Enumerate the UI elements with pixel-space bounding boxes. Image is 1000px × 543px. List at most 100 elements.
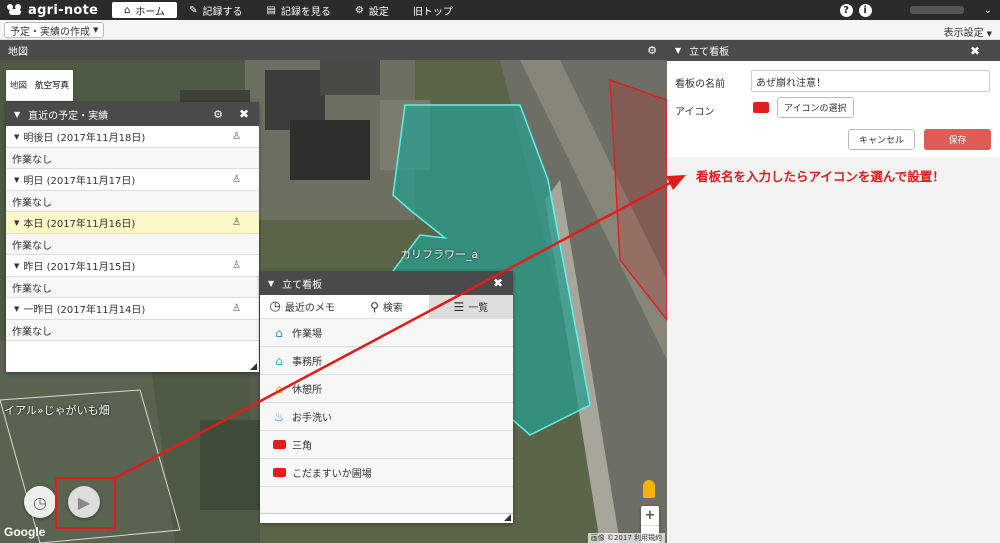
- triangle-down-icon: ▼: [14, 175, 20, 184]
- tab-recent-memo[interactable]: ◷ 最近のメモ: [260, 295, 344, 318]
- schedule-day-row[interactable]: ▼ 昨日 (2017年11月15日) ♙: [6, 255, 259, 277]
- nav-record[interactable]: ✎ 記録する: [177, 0, 254, 20]
- map-settings-gear-icon[interactable]: ⚙: [647, 44, 657, 57]
- house-icon: ⌂: [275, 381, 283, 396]
- user-icon[interactable]: ♙: [232, 303, 241, 314]
- signboard-list-item[interactable]: こだますいか圃場: [260, 459, 513, 487]
- signboard-form: 看板の名前 あぜ崩れ注意！ アイコン アイコンの選択 キャンセル 保存: [667, 61, 1000, 157]
- gear-icon: ⚙: [354, 4, 364, 16]
- collapse-triangle-icon[interactable]: ▼: [268, 279, 274, 288]
- schedule-day-row-today[interactable]: ▼ 本日 (2017年11月16日) ♙: [6, 212, 259, 234]
- close-icon[interactable]: ✖: [239, 107, 249, 121]
- gear-icon[interactable]: ⚙: [213, 108, 223, 121]
- schedule-day-row[interactable]: ▼ 一昨日 (2017年11月14日) ♙: [6, 298, 259, 320]
- info-icon[interactable]: i: [858, 3, 872, 17]
- signboard-name-input[interactable]: あぜ崩れ注意！: [751, 70, 990, 92]
- triangle-down-icon: ▼: [14, 132, 20, 141]
- user-icon[interactable]: ♙: [232, 217, 241, 228]
- help-icon[interactable]: ?: [839, 3, 853, 17]
- resize-handle[interactable]: [250, 363, 257, 370]
- zoom-in-button[interactable]: +: [641, 506, 659, 525]
- resize-handle[interactable]: [504, 514, 511, 521]
- instruction-annotation: 看板名を入力したらアイコンを選んで設置！: [696, 169, 945, 184]
- close-icon[interactable]: ✖: [970, 44, 980, 58]
- house-icon: ⌂: [275, 353, 283, 368]
- tab-list[interactable]: ☰ 一覧: [428, 295, 513, 318]
- user-icon[interactable]: ♙: [232, 174, 241, 185]
- icon-select-button[interactable]: アイコンの選択: [777, 97, 854, 118]
- barn-icon: ⌂: [275, 325, 283, 340]
- tab-search[interactable]: ⚲ 検索: [344, 295, 428, 318]
- clock-icon: ◷: [269, 299, 281, 314]
- main-nav: ⌂ ホーム ✎ 記録する ▤ 記録を見る ⚙ 設定 旧トップ: [112, 0, 465, 20]
- icon-label: アイコン: [675, 107, 715, 118]
- pencil-icon: ✎: [189, 4, 198, 16]
- map-title-bar: 地図 ⚙: [0, 40, 667, 60]
- chevron-down-icon[interactable]: ⌄: [984, 5, 992, 16]
- notebook-icon: ▤: [266, 4, 276, 16]
- signboard-list-item[interactable]: 三角: [260, 431, 513, 459]
- cancel-button[interactable]: キャンセル: [848, 129, 915, 150]
- highlight-box: [55, 477, 116, 529]
- street-view-pegman-icon[interactable]: [643, 480, 655, 498]
- schedule-day-content: 作業なし: [6, 320, 259, 341]
- user-icon[interactable]: ♙: [232, 260, 241, 271]
- agri-note-logo[interactable]: agri-note: [0, 0, 112, 20]
- user-icon[interactable]: ♙: [232, 131, 241, 142]
- schedule-day-content: 作業なし: [6, 148, 259, 169]
- map-type-aerial[interactable]: 航空写真: [31, 70, 73, 101]
- nav-old-top[interactable]: 旧トップ: [401, 0, 465, 20]
- signboard-edit-panel: ▼ 立て看板 ✖ 看板の名前 あぜ崩れ注意！ アイコン アイコンの選択 キャンセ…: [667, 40, 1000, 543]
- app-name: agri-note: [28, 2, 99, 18]
- collapse-triangle-icon[interactable]: ▼: [675, 46, 681, 55]
- schedule-day-row[interactable]: ▼ 明日 (2017年11月17日) ♙: [6, 169, 259, 191]
- create-plan-dropdown[interactable]: 予定・実績の作成 ▼: [4, 22, 105, 38]
- triangle-down-icon: ▼: [14, 218, 20, 227]
- schedule-day-content: 作業なし: [6, 234, 259, 255]
- sub-toolbar: 予定・実績の作成 ▼ 表示設定 ▼: [0, 20, 1000, 40]
- schedule-day-content: 作業なし: [6, 191, 259, 212]
- signboard-tabs: ◷ 最近のメモ ⚲ 検索 ☰ 一覧: [260, 295, 513, 319]
- top-right-tools: ? i ⌄: [839, 0, 1000, 20]
- sign-icon: [270, 466, 288, 480]
- search-icon: ⚲: [370, 299, 379, 314]
- nav-view-records[interactable]: ▤ 記録を見る: [254, 0, 342, 20]
- nav-settings[interactable]: ⚙ 設定: [343, 0, 401, 20]
- map-type-map[interactable]: 地図: [6, 70, 31, 101]
- selected-sign-icon: [753, 102, 769, 113]
- collapse-triangle-icon[interactable]: ▼: [14, 110, 20, 119]
- map-type-switch: 地図 航空写真: [6, 70, 74, 101]
- list-icon: ☰: [453, 299, 465, 314]
- toilet-icon: ♨: [273, 409, 285, 424]
- triangle-down-icon: ▼: [14, 261, 20, 270]
- signboard-panel-footer: [260, 513, 513, 523]
- schedule-day-row[interactable]: ▼ 明後日 (2017年11月18日) ♙: [6, 126, 259, 148]
- clock-icon: ◷: [33, 492, 47, 512]
- name-label: 看板の名前: [675, 79, 725, 90]
- google-logo: Google: [4, 525, 46, 539]
- sign-icon: [270, 438, 288, 452]
- signboard-panel-header: ▼ 立て看板 ✖: [260, 271, 513, 295]
- frog-logo-icon: [6, 4, 24, 16]
- caret-down-icon: ▼: [93, 26, 99, 34]
- field-label-potato[interactable]: イアル»じゃがいも畑: [4, 402, 110, 418]
- signboard-list-item[interactable]: ⌂ 作業場: [260, 319, 513, 347]
- history-clock-button[interactable]: ◷: [24, 486, 56, 518]
- close-icon[interactable]: ✖: [493, 276, 503, 290]
- signboard-panel: ▼ 立て看板 ✖ ◷ 最近のメモ ⚲ 検索 ☰ 一覧 ⌂ 作業場 ⌂ 事務所 ⌂ 休憩所 ♨…: [260, 271, 513, 523]
- user-name-blurred[interactable]: [909, 6, 964, 14]
- signboard-list-item[interactable]: ⌂ 休憩所: [260, 375, 513, 403]
- display-settings-link[interactable]: 表示設定 ▼: [944, 24, 992, 39]
- signboard-list-item[interactable]: ♨ お手洗い: [260, 403, 513, 431]
- home-icon: ⌂: [124, 4, 131, 16]
- triangle-down-icon: ▼: [14, 304, 20, 313]
- caret-down-icon: ▼: [986, 30, 992, 38]
- map-attribution[interactable]: 画像 ©2017 利用規約: [587, 533, 665, 543]
- signboard-list-item[interactable]: ⌂ 事務所: [260, 347, 513, 375]
- side-panel-header: ▼ 立て看板 ✖: [667, 40, 1000, 61]
- field-label-cauliflower[interactable]: カリフラワー_a: [400, 246, 478, 262]
- schedule-day-content: 作業なし: [6, 277, 259, 298]
- save-button[interactable]: 保存: [924, 129, 991, 150]
- recent-schedule-panel: ▼ 直近の予定・実績 ⚙ ✖ ▼ 明後日 (2017年11月18日) ♙ 作業なし …: [6, 102, 259, 372]
- nav-home[interactable]: ⌂ ホーム: [112, 2, 178, 18]
